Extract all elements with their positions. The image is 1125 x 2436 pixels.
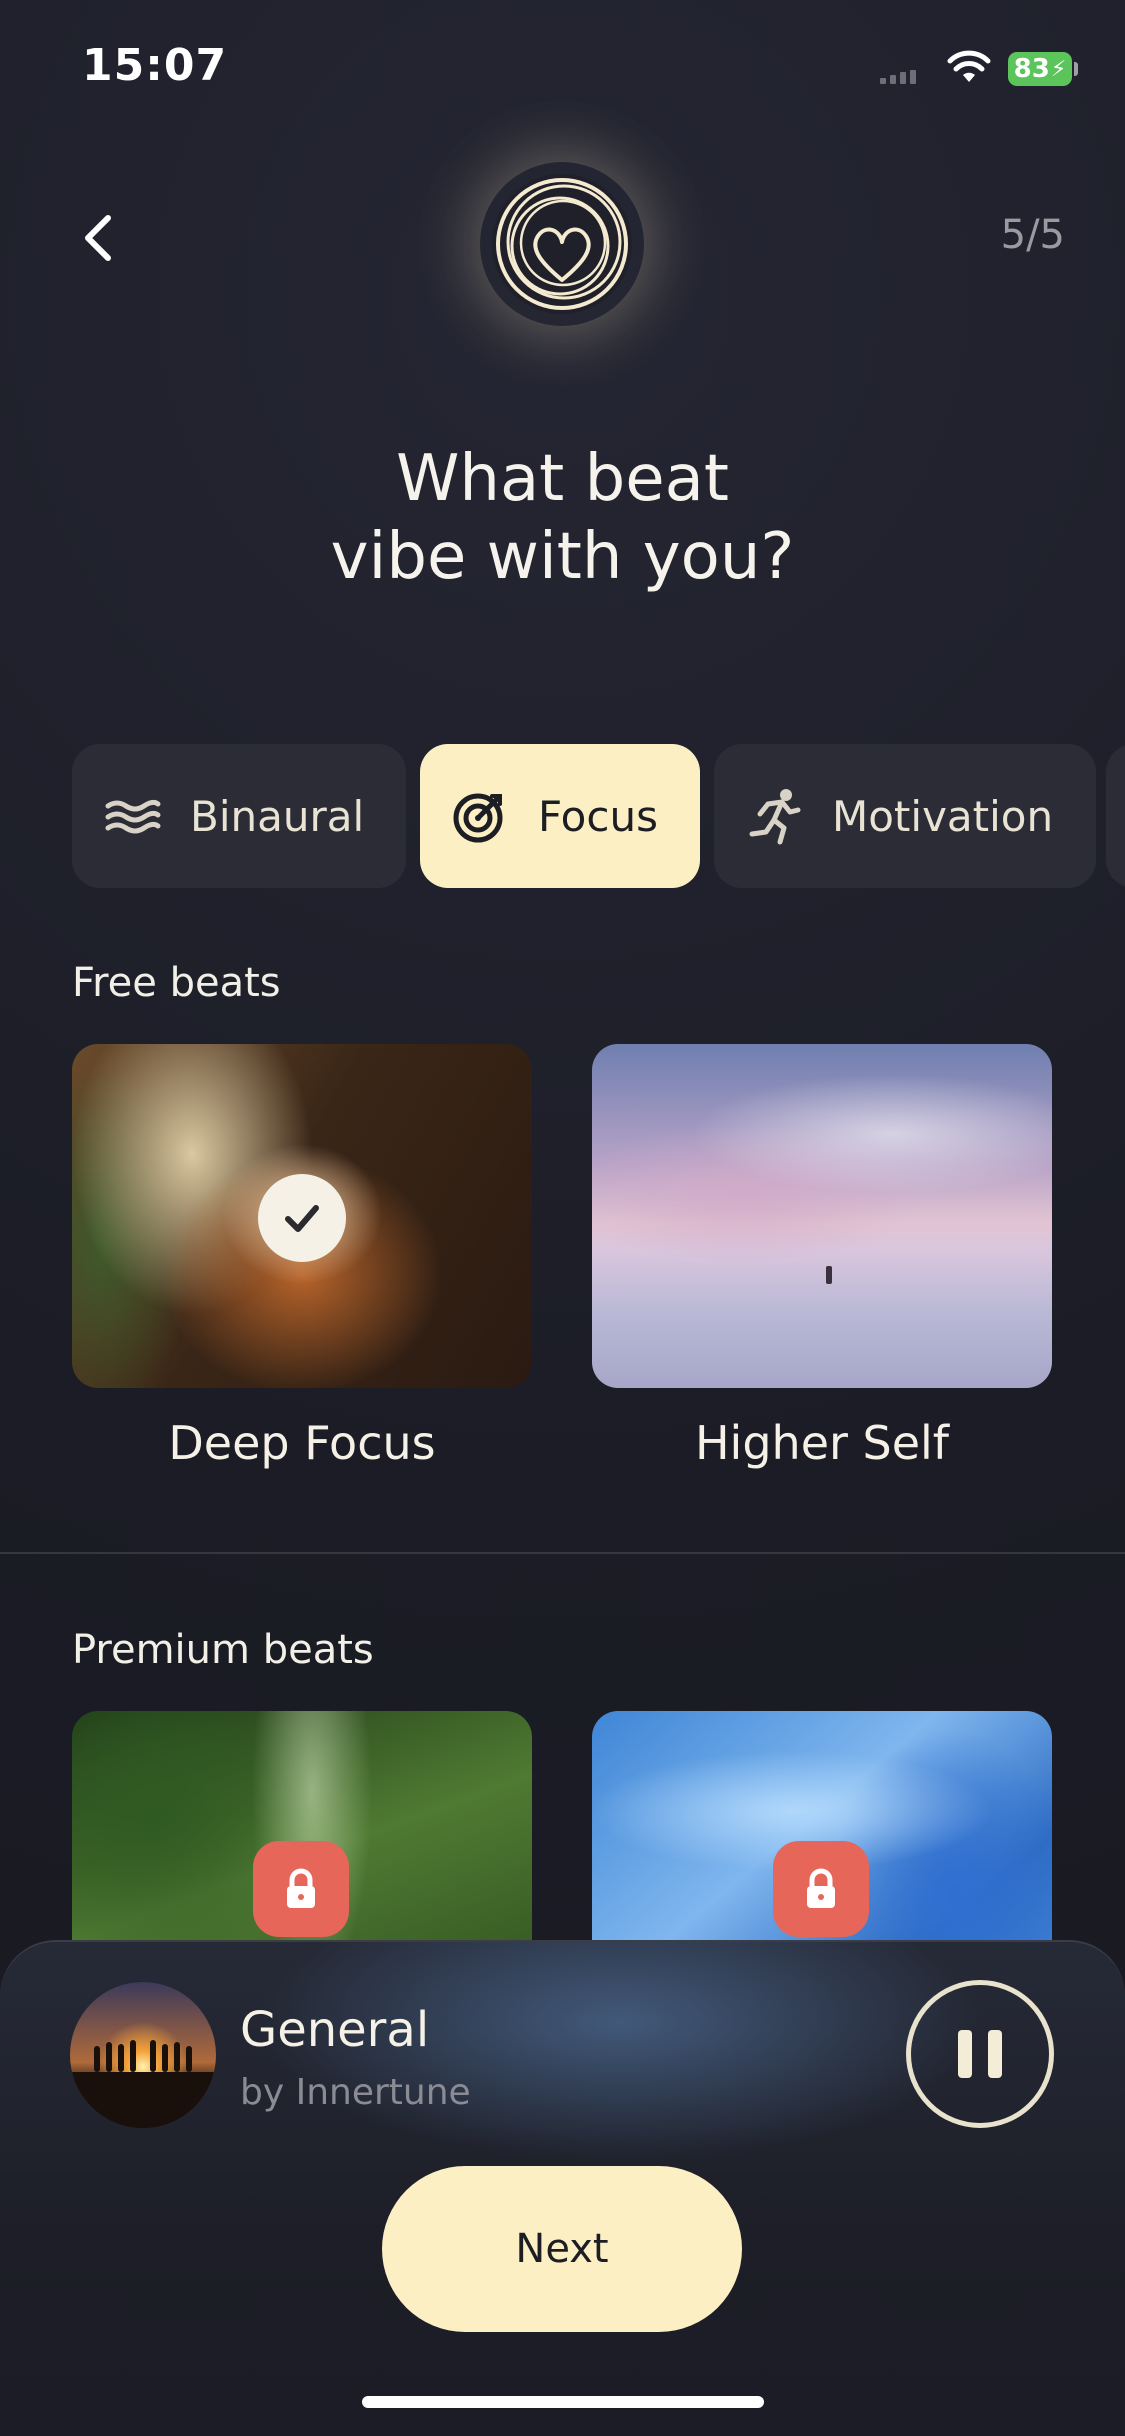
home-indicator xyxy=(362,2396,764,2408)
screen: 15:07 83 ⚡ 5/5 What beat vibe with you? xyxy=(0,0,1125,2436)
page-title-line-2: vibe with you? xyxy=(330,520,795,594)
running-icon xyxy=(749,789,801,845)
player-track-artist: by Innertune xyxy=(240,2072,471,2113)
battery-level: 83 xyxy=(1013,54,1050,84)
chip-focus-label: Focus xyxy=(538,791,658,841)
premium-beats-heading: Premium beats xyxy=(72,1627,374,1673)
person-silhouette xyxy=(826,1266,832,1284)
chip-focus[interactable]: Focus xyxy=(420,744,700,888)
lock-badge xyxy=(773,1841,869,1937)
category-chips: Binaural Focus Motivation xyxy=(72,744,1096,888)
page-title-line-1: What beat xyxy=(396,442,729,516)
battery-tip xyxy=(1074,62,1078,76)
waves-icon xyxy=(105,799,161,834)
beat-card-label: Deep Focus xyxy=(168,1416,436,1470)
status-time: 15:07 xyxy=(82,40,228,91)
lock-icon xyxy=(807,1868,835,1908)
player-track-title: General xyxy=(240,2002,430,2058)
chip-binaural-label: Binaural xyxy=(190,791,365,841)
beat-image xyxy=(592,1044,1052,1388)
battery-indicator: 83 ⚡ xyxy=(1008,52,1072,86)
people-silhouette-image xyxy=(70,2040,216,2128)
pause-icon-bar-right xyxy=(988,2030,1002,2078)
cellular-signal-icon xyxy=(880,70,916,84)
chip-motivation[interactable]: Motivation xyxy=(714,744,1096,888)
lock-badge xyxy=(253,1841,349,1937)
chip-overflow-peek[interactable] xyxy=(1106,744,1125,888)
heart-scribble-logo xyxy=(492,174,632,314)
beat-card-deep-focus[interactable]: Deep Focus xyxy=(72,1044,532,1470)
check-icon xyxy=(285,1205,319,1232)
chip-motivation-label: Motivation xyxy=(832,791,1054,841)
charging-bolt-icon: ⚡ xyxy=(1050,56,1067,82)
pause-button[interactable] xyxy=(906,1980,1054,2128)
beat-image xyxy=(72,1044,532,1388)
page-title: What beat vibe with you? xyxy=(0,440,1125,596)
step-counter: 5/5 xyxy=(1000,212,1065,258)
chip-binaural[interactable]: Binaural xyxy=(72,744,406,888)
chevron-left-icon xyxy=(85,215,111,261)
target-icon xyxy=(453,793,503,843)
wifi-icon xyxy=(947,50,991,82)
section-divider xyxy=(0,1552,1125,1554)
free-beats-heading: Free beats xyxy=(72,960,281,1006)
next-button[interactable]: Next xyxy=(382,2166,742,2332)
selected-check-badge xyxy=(258,1174,346,1262)
player-artwork xyxy=(70,1982,216,2128)
beat-card-label: Higher Self xyxy=(694,1416,950,1470)
back-button[interactable] xyxy=(72,208,124,268)
lock-icon xyxy=(287,1868,315,1908)
pause-icon-bar-left xyxy=(958,2030,972,2078)
status-bar: 15:07 83 ⚡ xyxy=(0,0,1125,140)
beat-card-higher-self[interactable]: Higher Self xyxy=(592,1044,1052,1470)
